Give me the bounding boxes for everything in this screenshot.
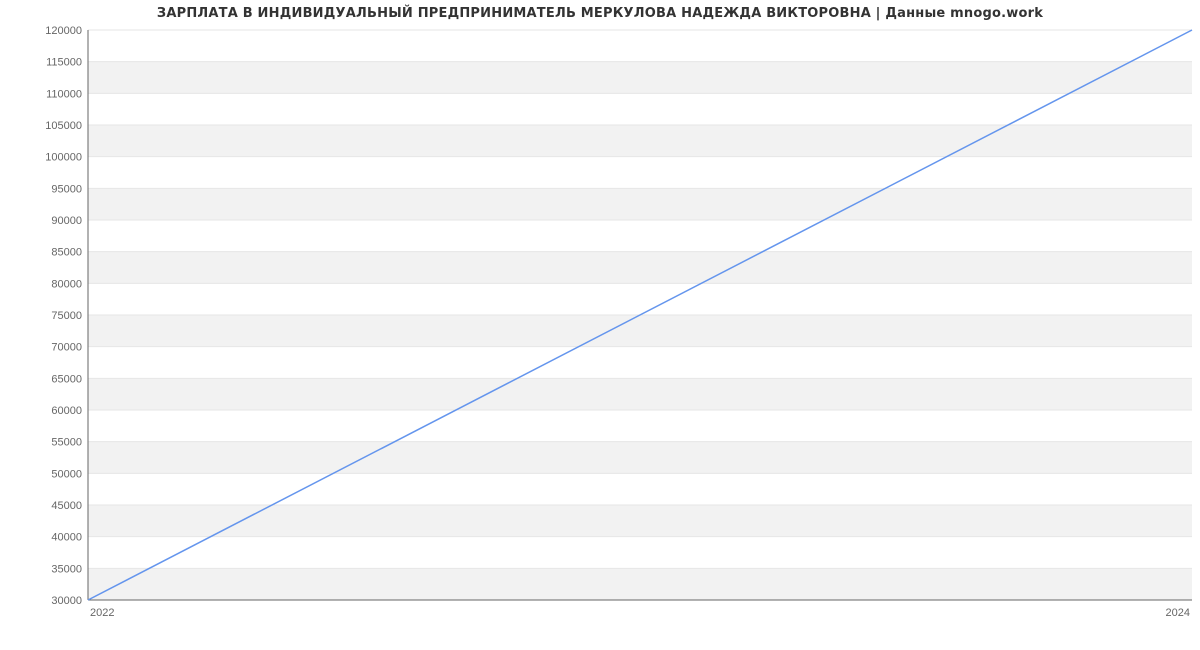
y-tick-label: 30000: [51, 595, 82, 607]
grid-band: [88, 442, 1192, 474]
y-tick-label: 100000: [45, 152, 82, 164]
grid-band: [88, 125, 1192, 157]
y-tick-label: 105000: [45, 120, 82, 132]
y-tick-label: 45000: [51, 500, 82, 512]
y-tick-label: 55000: [51, 437, 82, 449]
y-tick-label: 50000: [51, 468, 82, 480]
y-tick-label: 115000: [46, 57, 82, 69]
y-tick-label: 75000: [51, 310, 82, 322]
y-tick-label: 110000: [46, 88, 82, 100]
grid-band: [88, 505, 1192, 537]
grid-band: [88, 315, 1192, 347]
grid-band: [88, 62, 1192, 94]
x-tick-label: 2024: [1166, 607, 1190, 619]
chart-svg: 30000 35000 40000 45000 50000 55000 60000 65000…: [0, 0, 1200, 650]
chart-container: ЗАРПЛАТА В ИНДИВИДУАЛЬНЫЙ ПРЕДПРИНИМАТЕЛ…: [0, 0, 1200, 650]
y-tick-label: 35000: [51, 563, 82, 575]
y-tick-label: 70000: [51, 342, 82, 354]
y-tick-label: 40000: [51, 532, 82, 544]
grid-band: [88, 378, 1192, 410]
grid-band: [88, 252, 1192, 284]
y-tick-label: 120000: [45, 25, 82, 37]
y-tick-label: 60000: [51, 405, 82, 417]
y-tick-label: 80000: [51, 278, 82, 290]
grid-band: [88, 188, 1192, 220]
y-tick-label: 90000: [51, 215, 82, 227]
y-tick-label: 85000: [51, 247, 82, 259]
chart-title: ЗАРПЛАТА В ИНДИВИДУАЛЬНЫЙ ПРЕДПРИНИМАТЕЛ…: [0, 6, 1200, 21]
grid-band: [88, 568, 1192, 600]
y-tick-label: 65000: [51, 373, 82, 385]
y-tick-label: 95000: [51, 183, 82, 195]
x-tick-label: 2022: [90, 607, 114, 619]
